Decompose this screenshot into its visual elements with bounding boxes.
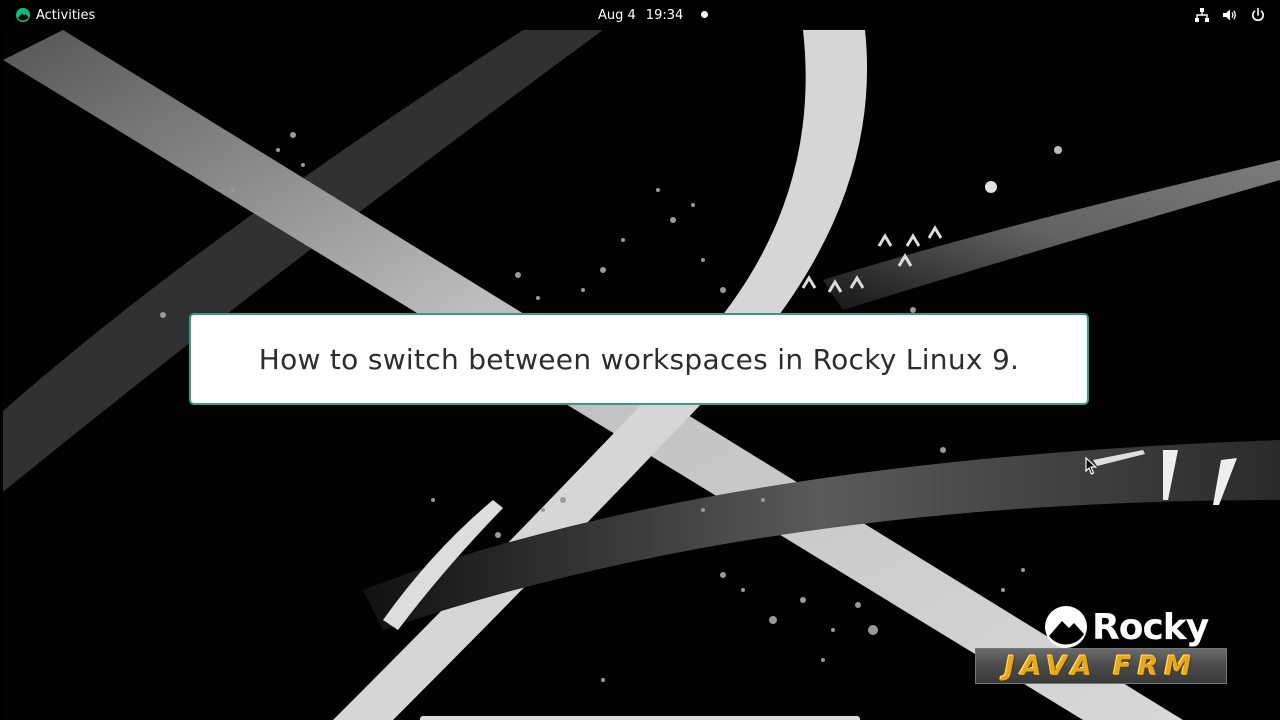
mouse-cursor-icon [1085, 457, 1097, 475]
channel-watermark: JAVA FRM [975, 648, 1227, 684]
rocky-logo-icon [1045, 606, 1087, 648]
dock-edge [420, 716, 860, 720]
volume-icon[interactable] [1222, 7, 1238, 23]
notification-dot-icon [701, 11, 708, 18]
power-icon[interactable] [1250, 7, 1266, 23]
date-label: Aug 4 [598, 7, 636, 23]
network-icon[interactable] [1194, 7, 1210, 23]
tutorial-caption: How to switch between workspaces in Rock… [189, 313, 1089, 405]
top-bar: Activities Aug 4 19:34 [0, 0, 1280, 30]
system-tray[interactable] [1194, 0, 1266, 30]
caption-text: How to switch between workspaces in Rock… [258, 342, 1020, 376]
clock-button[interactable]: Aug 4 19:34 [590, 0, 691, 30]
rocky-brand-watermark: Rocky [1044, 605, 1209, 649]
time-label: 19:34 [645, 7, 684, 23]
brand-text: Rocky [1092, 606, 1209, 648]
screen: Activities Aug 4 19:34 How to switch bet… [0, 0, 1280, 720]
channel-text: JAVA FRM [1004, 650, 1198, 682]
rocky-logo-icon [16, 8, 30, 22]
activities-button[interactable]: Activities [10, 0, 101, 30]
activities-label: Activities [36, 7, 96, 23]
